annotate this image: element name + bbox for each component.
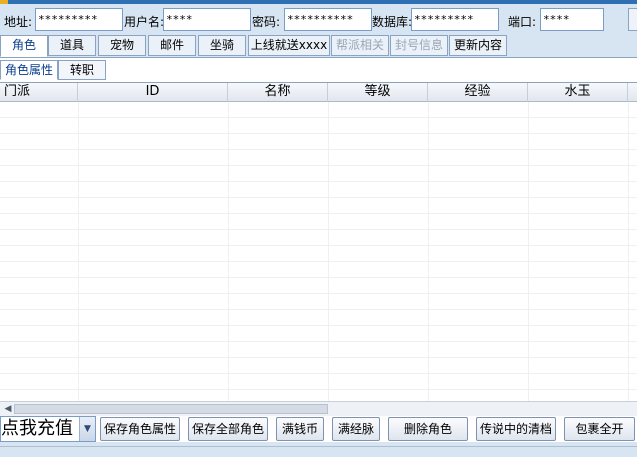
chevron-down-icon[interactable]: ▼	[79, 417, 95, 441]
save-all-roles-button[interactable]: 保存全部角色	[188, 417, 268, 441]
column-header-level[interactable]: 等级	[328, 83, 428, 102]
role-table[interactable]: 门派 ID 名称 等级 经验 水玉	[0, 82, 637, 401]
tab-pets[interactable]: 宠物	[98, 35, 146, 56]
column-header-sect[interactable]: 门派	[0, 83, 78, 102]
subtab-role-attributes[interactable]: 角色属性	[0, 60, 58, 80]
table-row	[0, 198, 637, 214]
table-row	[0, 166, 637, 182]
tab-mail[interactable]: 邮件	[148, 35, 196, 56]
password-input[interactable]	[284, 8, 372, 31]
column-header-jade[interactable]: 水玉	[528, 83, 628, 102]
table-row	[0, 326, 637, 342]
table-row	[0, 310, 637, 326]
subtab-class-change[interactable]: 转职	[58, 60, 106, 80]
tab-updates[interactable]: 更新内容	[449, 35, 507, 56]
port-label: 端口:	[508, 15, 537, 29]
password-label: 密码:	[252, 15, 281, 29]
max-meridian-button[interactable]: 满经脉	[332, 417, 380, 441]
column-header-exp[interactable]: 经验	[428, 83, 528, 102]
app-logo-icon	[0, 0, 8, 4]
max-money-button[interactable]: 满钱币	[276, 417, 324, 441]
table-row	[0, 102, 637, 118]
table-row	[0, 342, 637, 358]
table-row	[0, 278, 637, 294]
address-input[interactable]	[35, 8, 123, 31]
username-label: 用户名:	[124, 15, 165, 29]
table-header: 门派 ID 名称 等级 经验 水玉	[0, 83, 637, 102]
tab-ban-info[interactable]: 封号信息	[390, 35, 448, 56]
column-header-id[interactable]: ID	[78, 83, 228, 102]
tab-login-gift[interactable]: 上线就送xxxx	[248, 35, 330, 56]
table-row	[0, 182, 637, 198]
column-header-name[interactable]: 名称	[228, 83, 328, 102]
status-strip	[0, 446, 637, 457]
address-label: 地址:	[4, 15, 33, 29]
legendary-wipe-button[interactable]: 传说中的清档	[476, 417, 556, 441]
table-row	[0, 246, 637, 262]
tab-role[interactable]: 角色	[0, 35, 48, 57]
table-row	[0, 294, 637, 310]
save-role-attributes-button[interactable]: 保存角色属性	[100, 417, 180, 441]
delete-role-button[interactable]: 删除角色	[388, 417, 468, 441]
recharge-combo-value: 点我充值	[1, 418, 73, 439]
table-row	[0, 230, 637, 246]
action-bar: 点我充值 ▼ 保存角色属性 保存全部角色 满钱币 满经脉 删除角色 传说中的清档…	[0, 414, 637, 446]
table-row	[0, 262, 637, 278]
tab-guild[interactable]: 帮派相关	[331, 35, 389, 56]
main-tabs: 角色 道具 宠物 邮件 坐骑 上线就送xxxx 帮派相关 封号信息 更新内容	[0, 35, 637, 57]
port-input[interactable]	[540, 8, 604, 31]
table-row	[0, 150, 637, 166]
table-row	[0, 214, 637, 230]
recharge-combo[interactable]: 点我充值 ▼	[0, 416, 96, 442]
table-row	[0, 118, 637, 134]
scrollbar-thumb[interactable]	[14, 404, 328, 414]
database-input[interactable]	[411, 8, 499, 31]
tab-items[interactable]: 道具	[48, 35, 96, 56]
role-panel: 角色属性 转职 门派 ID 名称 等级 经验 水玉 ◀	[0, 57, 637, 442]
unlock-bag-button[interactable]: 包裹全开	[564, 417, 635, 441]
tab-mounts[interactable]: 坐骑	[198, 35, 246, 56]
database-label: 数据库:	[372, 15, 413, 29]
connect-button[interactable]	[628, 8, 637, 31]
table-row	[0, 374, 637, 390]
table-row	[0, 358, 637, 374]
connection-bar: 地址: 用户名: 密码: 数据库: 端口:	[0, 6, 637, 34]
username-input[interactable]	[163, 8, 251, 31]
table-row	[0, 134, 637, 150]
title-bar	[0, 0, 637, 4]
